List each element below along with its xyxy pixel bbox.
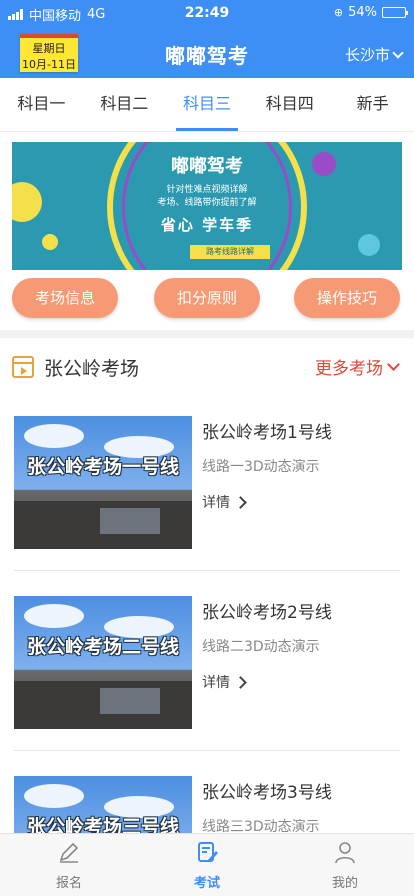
building-shape — [100, 508, 160, 534]
row-divider — [14, 750, 400, 751]
route-thumbnail: 张公岭考场二号线 — [14, 596, 192, 729]
tab-beginner[interactable]: 新手 — [331, 78, 414, 131]
nav-signup[interactable]: 报名 — [0, 834, 138, 896]
banner-line1: 针对性难点视频详解 — [166, 185, 248, 195]
detail-link[interactable]: 详情 — [202, 672, 247, 692]
chevron-down-icon — [387, 357, 400, 371]
row-divider — [14, 570, 400, 571]
detail-label: 详情 — [202, 675, 230, 691]
city-label: 长沙市 — [344, 46, 390, 64]
exam-site-info-button[interactable]: 考场信息 — [12, 278, 118, 318]
bottom-nav: 报名 考试 我的 — [0, 833, 414, 896]
nav-profile-label: 我的 — [331, 876, 358, 891]
route-name: 张公岭考场1号线 — [202, 423, 332, 443]
tab-subject-4[interactable]: 科目四 — [248, 78, 331, 131]
thumbnail-caption: 张公岭考场一号线 — [26, 456, 179, 478]
route-thumbnail: 张公岭考场一号线 — [14, 416, 192, 549]
detail-link[interactable]: 详情 — [202, 492, 247, 512]
banner-dot — [42, 234, 58, 250]
tab-subject-2[interactable]: 科目二 — [83, 78, 166, 131]
nav-exam-label: 考试 — [193, 876, 220, 891]
exam-icon — [198, 842, 218, 862]
banner-tag: 路考线路详解 — [190, 245, 270, 259]
section-title: 张公岭考场 — [44, 358, 140, 380]
building-shape — [100, 688, 160, 714]
tab-subject-1[interactable]: 科目一 — [0, 78, 83, 131]
banner-dot — [358, 234, 380, 256]
list-item[interactable]: 张公岭考场二号线 张公岭考场2号线 线路二3D动态演示 详情 — [0, 576, 414, 751]
banner-title: 嘟嘟驾考 — [171, 156, 243, 177]
tab-subject-3[interactable]: 科目三 — [166, 78, 249, 131]
operation-tips-button[interactable]: 操作技巧 — [294, 278, 400, 318]
promo-banner[interactable]: 嘟嘟驾考 针对性难点视频详解 考场、线路带你提前了解 省心 学车季 路考线路详解 — [12, 142, 402, 270]
status-bar: 中国移动 4G 22:49 ⊕ 54% — [0, 0, 414, 26]
detail-label: 详情 — [202, 495, 230, 511]
deduction-rules-button[interactable]: 扣分原则 — [154, 278, 260, 318]
more-sites-button[interactable]: 更多考场 — [315, 354, 400, 379]
chevron-right-icon — [234, 495, 247, 509]
cloud-shape — [24, 424, 84, 448]
list-item[interactable]: 张公岭考场一号线 张公岭考场1号线 线路一3D动态演示 详情 — [0, 396, 414, 571]
subject-tabs: 科目一 科目二 科目三 科目四 新手 — [0, 78, 414, 132]
nav-profile[interactable]: 我的 — [276, 834, 414, 896]
banner-line2: 考场、线路带你提前了解 — [157, 198, 257, 208]
cloud-shape — [24, 604, 84, 628]
battery-icon — [382, 7, 408, 18]
top-bar: 中国移动 4G 22:49 ⊕ 54% 星期日 10月-11日 嘟嘟驾考 长沙市 — [0, 0, 414, 78]
section-divider — [0, 330, 414, 338]
route-name: 张公岭考场3号线 — [202, 783, 332, 803]
route-name: 张公岭考场2号线 — [202, 603, 332, 623]
thumbnail-caption: 张公岭考场二号线 — [26, 636, 179, 658]
nav-signup-label: 报名 — [55, 876, 82, 891]
route-desc: 线路一3D动态演示 — [202, 459, 320, 475]
user-icon — [335, 842, 355, 864]
more-sites-label: 更多考场 — [315, 359, 383, 379]
video-clapper-icon — [12, 356, 34, 378]
chevron-right-icon — [234, 675, 247, 689]
nav-exam[interactable]: 考试 — [138, 834, 276, 896]
city-selector[interactable]: 长沙市 — [344, 44, 404, 65]
cloud-shape — [24, 784, 84, 808]
chevron-down-icon — [392, 46, 404, 59]
pen-icon — [59, 842, 79, 863]
rotation-lock-icon: ⊕ — [333, 6, 344, 19]
battery-percent: 54% — [348, 5, 377, 20]
banner-slogan: 省心 学车季 — [160, 216, 254, 234]
route-desc: 线路二3D动态演示 — [202, 639, 320, 655]
